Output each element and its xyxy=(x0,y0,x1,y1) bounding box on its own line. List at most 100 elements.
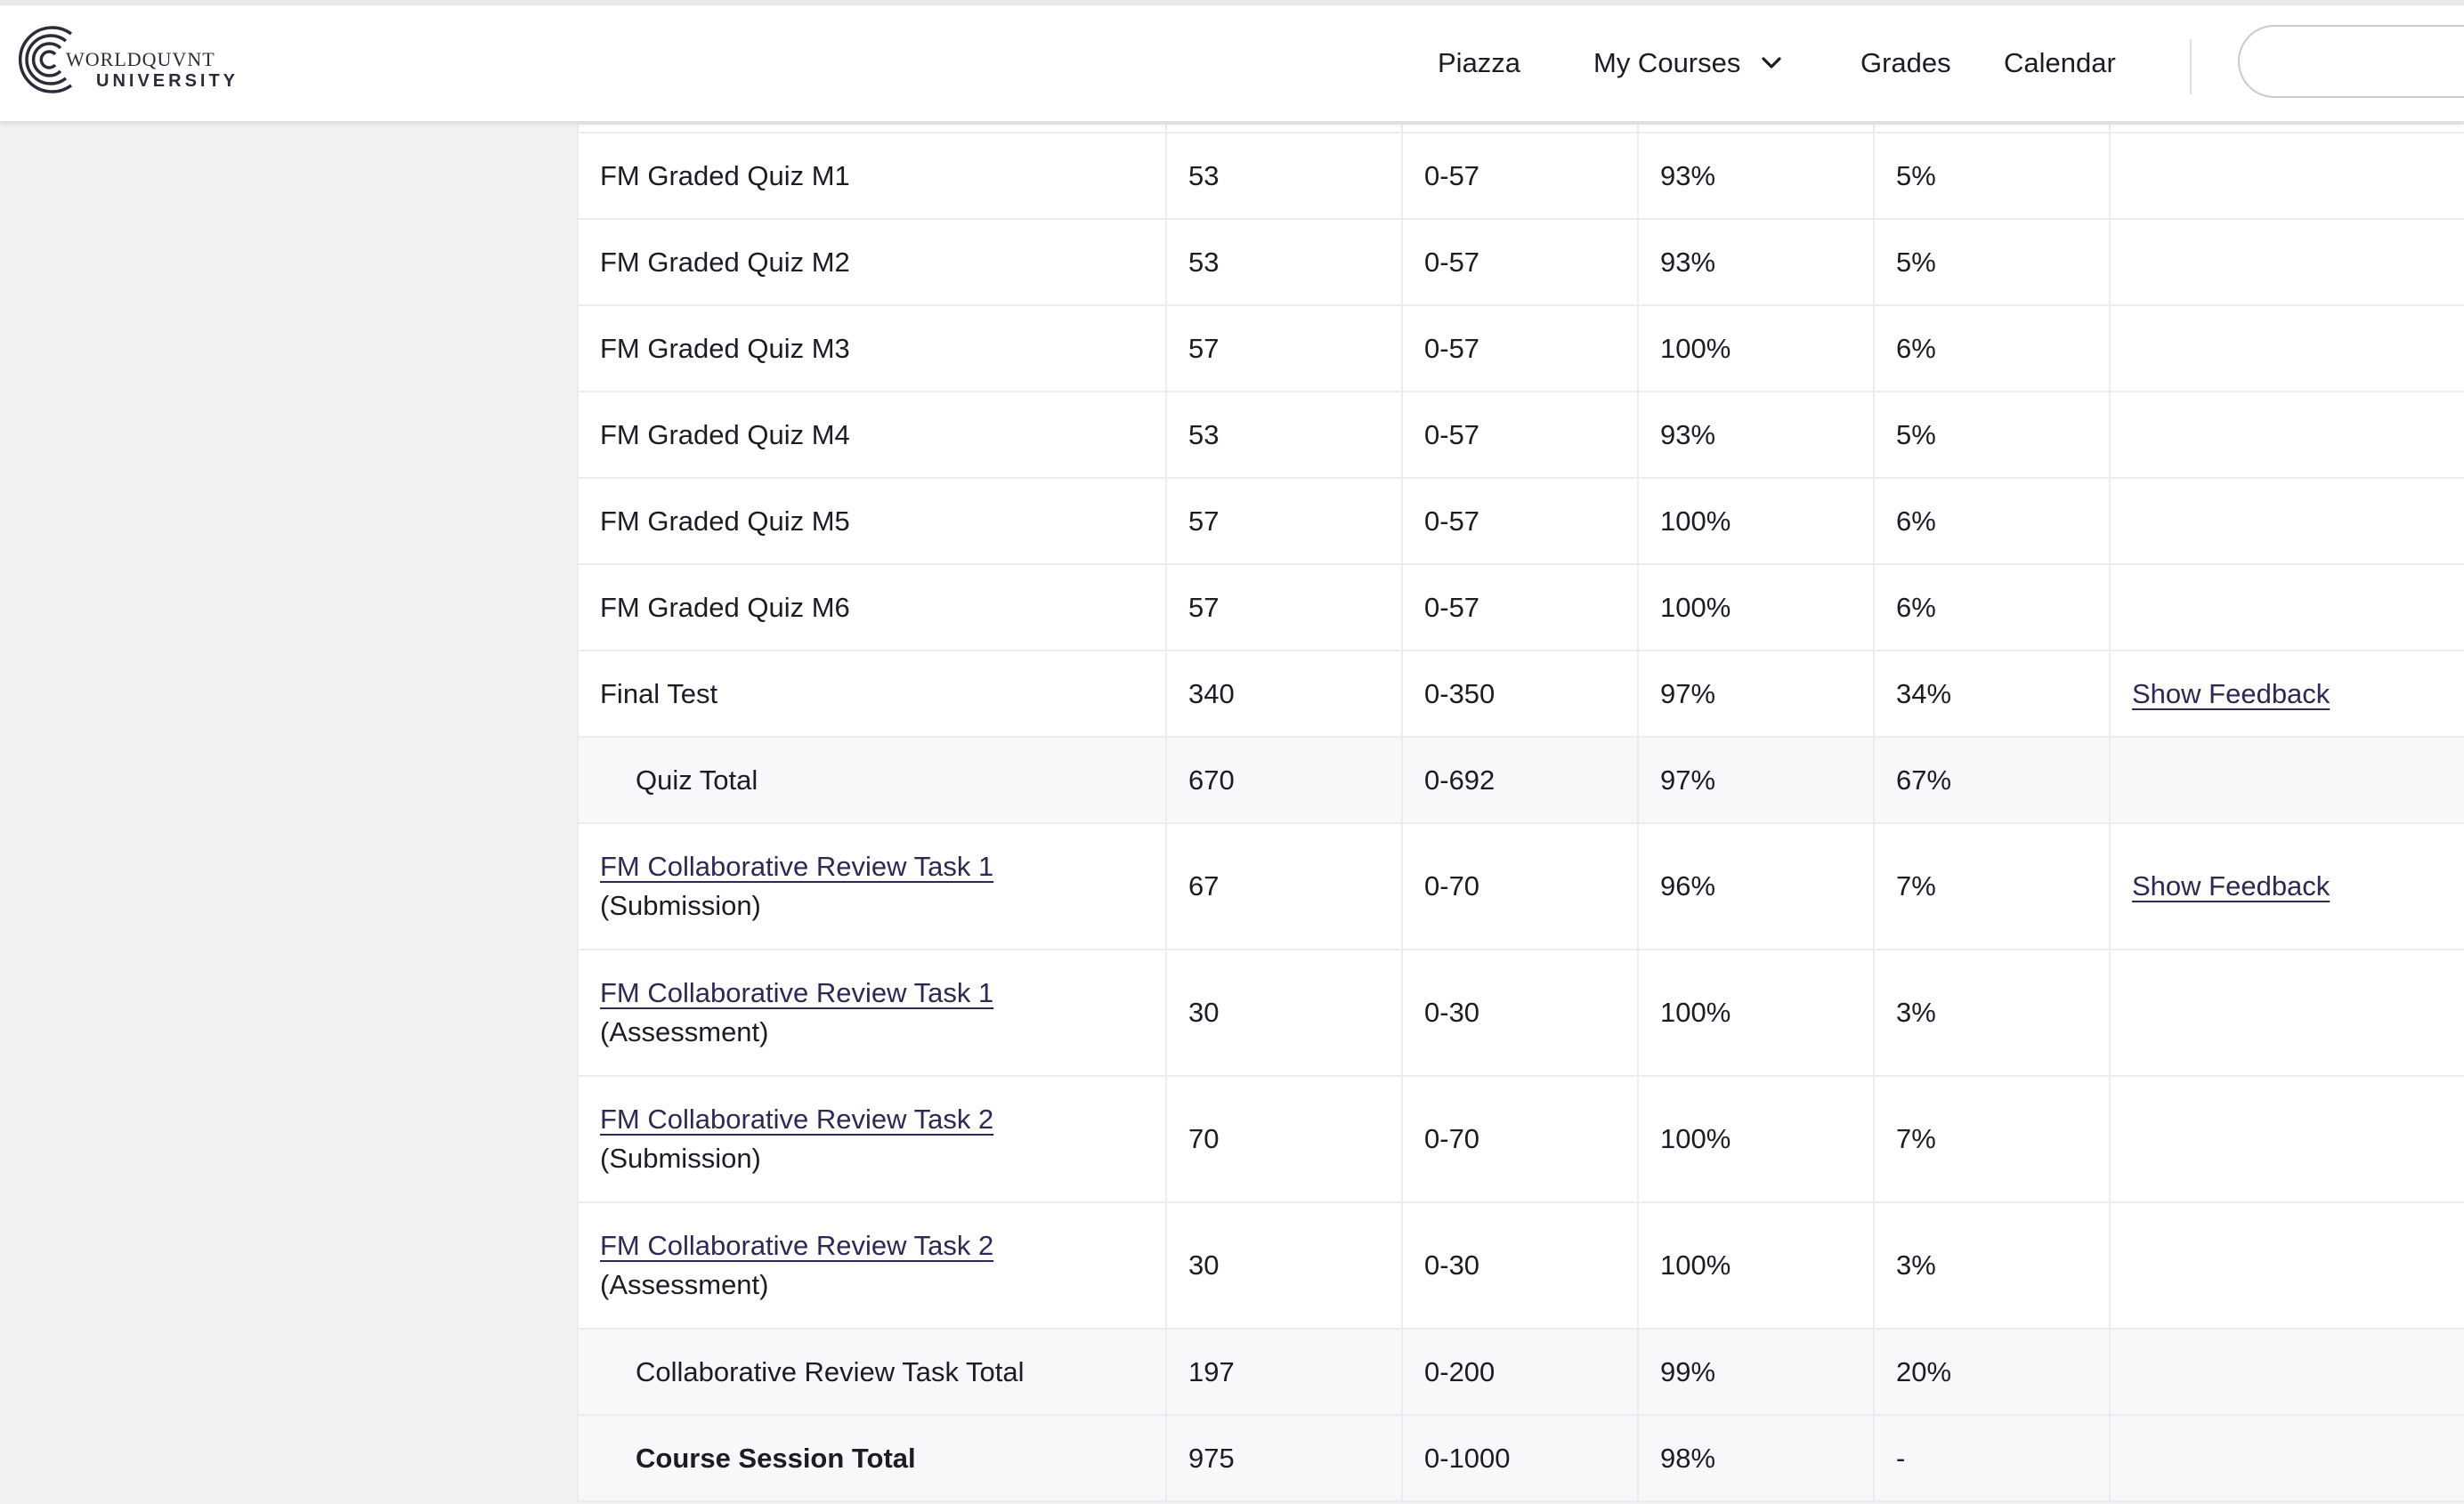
assignment-link[interactable]: FM Collaborative Review Task 2 xyxy=(600,1226,1165,1265)
nav-piazza-label: Piazza xyxy=(1438,47,1521,78)
score: 57 xyxy=(1165,477,1403,565)
nav-my-courses-label: My Courses xyxy=(1593,47,1741,78)
range: 0-57 xyxy=(1401,132,1639,220)
score: 53 xyxy=(1165,132,1403,220)
item-name-cell: FM Collaborative Review Task 1 (Assessme… xyxy=(577,949,1167,1077)
range: 0-30 xyxy=(1401,1201,1639,1330)
chevron-down-icon xyxy=(1762,57,1781,69)
range: 0-57 xyxy=(1401,477,1639,565)
item-subtitle: (Submission) xyxy=(600,1143,761,1174)
feedback-cell: Show Feedback xyxy=(2109,650,2464,738)
percent: 97% xyxy=(1637,650,1875,738)
percent: 100% xyxy=(1637,477,1875,565)
range: 0-57 xyxy=(1401,218,1639,306)
weight: 5% xyxy=(1873,218,2111,306)
table-cell xyxy=(2109,123,2464,133)
score: 53 xyxy=(1165,391,1403,479)
table-row: FM Graded Quiz M6 57 0-57 100% 6% xyxy=(577,563,2464,651)
score: 670 xyxy=(1165,736,1403,824)
assignment-link[interactable]: FM Collaborative Review Task 2 xyxy=(600,1100,1165,1139)
score: 67 xyxy=(1165,822,1403,950)
percent: 98% xyxy=(1637,1414,1875,1502)
percent: 100% xyxy=(1637,949,1875,1077)
feedback-cell xyxy=(2109,477,2464,565)
item-name: Course Session Total xyxy=(577,1414,1167,1502)
score: 340 xyxy=(1165,650,1403,738)
score: 70 xyxy=(1165,1075,1403,1203)
item-subtitle: (Submission) xyxy=(600,890,761,921)
item-name: FM Graded Quiz M3 xyxy=(577,304,1167,392)
percent: 100% xyxy=(1637,1201,1875,1330)
grades-table: FM Graded Quiz M1 53 0-57 93% 5% FM Grad… xyxy=(577,123,2464,1502)
percent: 100% xyxy=(1637,304,1875,392)
table-cell xyxy=(1637,123,1875,133)
item-name: Collaborative Review Task Total xyxy=(577,1328,1167,1416)
weight: 6% xyxy=(1873,304,2111,392)
table-row: FM Collaborative Review Task 2 (Assessme… xyxy=(577,1201,2464,1330)
table-cell xyxy=(1401,123,1639,133)
nav-piazza[interactable]: Piazza xyxy=(1438,5,1520,121)
table-row-partial xyxy=(577,123,2464,133)
nav-calendar[interactable]: Calendar xyxy=(2004,5,2116,121)
table-row: FM Graded Quiz M1 53 0-57 93% 5% xyxy=(577,132,2464,220)
feedback-cell xyxy=(2109,1328,2464,1416)
table-row: Final Test 340 0-350 97% 34% Show Feedba… xyxy=(577,650,2464,738)
range: 0-57 xyxy=(1401,563,1639,651)
weight: 7% xyxy=(1873,822,2111,950)
show-feedback-link[interactable]: Show Feedback xyxy=(2132,678,2330,709)
university-logo[interactable]: WORLDQUVNT UNIVERSITY xyxy=(14,21,246,101)
item-name-cell: FM Collaborative Review Task 1 (Submissi… xyxy=(577,822,1167,950)
show-feedback-link[interactable]: Show Feedback xyxy=(2132,870,2330,902)
feedback-cell xyxy=(2109,1201,2464,1330)
feedback-cell xyxy=(2109,736,2464,824)
score: 57 xyxy=(1165,563,1403,651)
percent: 100% xyxy=(1637,563,1875,651)
weight: 6% xyxy=(1873,477,2111,565)
item-name: FM Graded Quiz M1 xyxy=(577,132,1167,220)
percent: 99% xyxy=(1637,1328,1875,1416)
weight: 34% xyxy=(1873,650,2111,738)
assignment-link[interactable]: FM Collaborative Review Task 1 xyxy=(600,847,1165,886)
table-row: FM Collaborative Review Task 1 (Assessme… xyxy=(577,949,2464,1077)
table-cell xyxy=(577,123,1167,133)
nav-my-courses[interactable]: My Courses xyxy=(1593,5,1781,121)
feedback-cell xyxy=(2109,132,2464,220)
course-total-row: Course Session Total 975 0-1000 98% - xyxy=(577,1414,2464,1502)
table-cell xyxy=(1165,123,1403,133)
feedback-cell xyxy=(2109,391,2464,479)
table-row: FM Graded Quiz M3 57 0-57 100% 6% xyxy=(577,304,2464,392)
feedback-cell xyxy=(2109,563,2464,651)
item-name: FM Graded Quiz M2 xyxy=(577,218,1167,306)
table-row: FM Graded Quiz M2 53 0-57 93% 5% xyxy=(577,218,2464,306)
assignment-link[interactable]: FM Collaborative Review Task 1 xyxy=(600,974,1165,1013)
nav-calendar-label: Calendar xyxy=(2004,47,2116,78)
weight: - xyxy=(1873,1414,2111,1502)
score: 975 xyxy=(1165,1414,1403,1502)
weight: 7% xyxy=(1873,1075,2111,1203)
table-cell xyxy=(1873,123,2111,133)
feedback-cell xyxy=(2109,949,2464,1077)
nav-grades[interactable]: Grades xyxy=(1860,5,1951,121)
range: 0-692 xyxy=(1401,736,1639,824)
nav-divider xyxy=(2190,39,2192,94)
weight: 5% xyxy=(1873,391,2111,479)
range: 0-70 xyxy=(1401,822,1639,950)
search-input[interactable] xyxy=(2238,25,2464,98)
table-row: FM Collaborative Review Task 1 (Submissi… xyxy=(577,822,2464,950)
item-name: Quiz Total xyxy=(577,736,1167,824)
feedback-cell xyxy=(2109,304,2464,392)
range: 0-57 xyxy=(1401,391,1639,479)
item-name: Final Test xyxy=(577,650,1167,738)
weight: 20% xyxy=(1873,1328,2111,1416)
range: 0-30 xyxy=(1401,949,1639,1077)
weight: 6% xyxy=(1873,563,2111,651)
weight: 3% xyxy=(1873,949,2111,1077)
percent: 93% xyxy=(1637,218,1875,306)
subtotal-row: Collaborative Review Task Total 197 0-20… xyxy=(577,1328,2464,1416)
range: 0-350 xyxy=(1401,650,1639,738)
item-subtitle: (Assessment) xyxy=(600,1016,769,1047)
table-row: FM Graded Quiz M4 53 0-57 93% 5% xyxy=(577,391,2464,479)
feedback-cell xyxy=(2109,218,2464,306)
item-name: FM Graded Quiz M5 xyxy=(577,477,1167,565)
range: 0-200 xyxy=(1401,1328,1639,1416)
